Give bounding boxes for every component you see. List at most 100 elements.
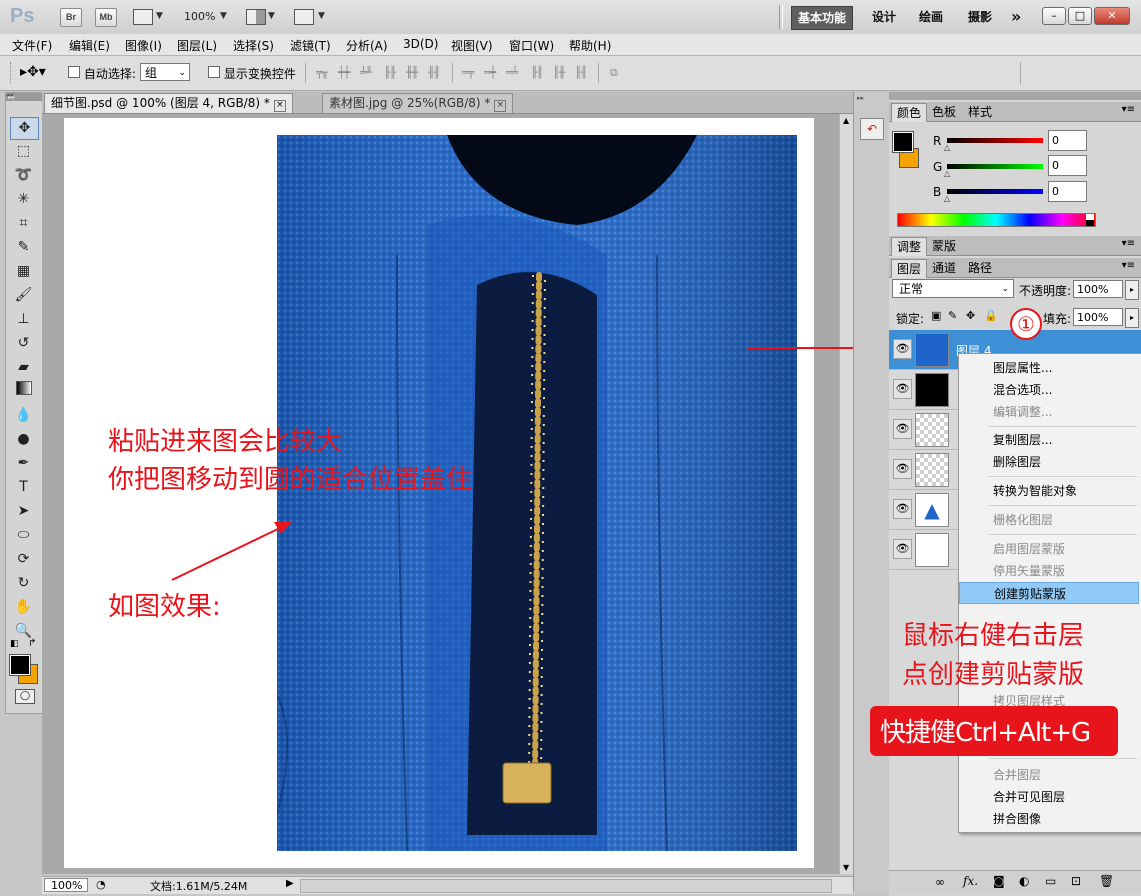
workspace-essentials[interactable]: 基本功能 — [791, 6, 854, 30]
distribute-bottom-icon[interactable]: ═╧ — [506, 66, 522, 80]
chevron-down-icon[interactable]: ▼ — [268, 11, 275, 21]
tab-swatches[interactable]: 色板 — [927, 103, 961, 121]
distribute-hcenter-icon[interactable]: ║╫ — [553, 66, 569, 80]
menu-item-delete-layer[interactable]: 删除图层 — [959, 451, 1139, 473]
lasso-tool-icon[interactable]: ➰ — [10, 165, 37, 186]
align-left-icon[interactable]: ╟╟ — [384, 66, 400, 80]
tab-adjustments[interactable]: 调整 — [891, 237, 928, 256]
tab-channels[interactable]: 通道 — [927, 259, 961, 277]
fx-icon[interactable]: fx. — [963, 874, 978, 888]
default-colors-icon[interactable]: ◧ — [10, 639, 19, 649]
menu-edit[interactable]: 编辑(E) — [69, 37, 110, 54]
document-tab-active[interactable]: 细节图.psd @ 100% (图层 4, RGB/8) * × — [44, 93, 293, 113]
distribute-top-icon[interactable]: ═╤ — [462, 66, 478, 80]
history-panel-icon[interactable]: ↶ — [860, 118, 884, 140]
quick-mask-icon[interactable]: ◯ — [15, 689, 35, 704]
lock-all-icon[interactable]: 🔒 — [984, 309, 998, 322]
adjustment-layer-icon[interactable]: ◐ — [1019, 874, 1029, 888]
menu-item-merge-visible[interactable]: 合并可见图层 — [959, 786, 1139, 808]
align-vcenter-icon[interactable]: ┿┿ — [338, 66, 354, 80]
panel-collapse-icon[interactable]: ▸▸ — [857, 94, 885, 102]
distribute-vcenter-icon[interactable]: ═┿ — [484, 66, 500, 80]
color-foreground-swatch[interactable] — [892, 131, 914, 153]
tab-paths[interactable]: 路径 — [963, 259, 997, 277]
menu-item-layer-properties[interactable]: 图层属性... — [959, 357, 1139, 379]
fill-input[interactable]: 100% — [1073, 308, 1123, 326]
trash-icon[interactable]: 🗑 — [1099, 874, 1114, 888]
auto-select-checkbox[interactable] — [68, 66, 80, 78]
close-tab-icon[interactable]: × — [494, 100, 507, 112]
menu-view[interactable]: 视图(V) — [451, 37, 493, 54]
menu-item-edit-adjustment[interactable]: 编辑调整... — [959, 401, 1139, 423]
menu-window[interactable]: 窗口(W) — [509, 37, 554, 54]
move-tool-icon[interactable]: ✥ — [10, 117, 39, 140]
opacity-input[interactable]: 100% — [1073, 280, 1123, 298]
status-menu-arrow-icon[interactable]: ▶ — [286, 878, 294, 889]
distribute-left-icon[interactable]: ╟║ — [531, 66, 547, 80]
document-tab-2[interactable]: 素材图.jpg @ 25%(RGB/8) * × — [322, 93, 514, 113]
menu-item-duplicate-layer[interactable]: 复制图层... — [959, 429, 1139, 451]
close-window-icon[interactable]: ✕ — [1094, 7, 1130, 25]
menu-select[interactable]: 选择(S) — [233, 37, 274, 54]
opacity-slider-arrow-icon[interactable]: ▸ — [1125, 280, 1139, 300]
menu-file[interactable]: 文件(F) — [12, 37, 52, 54]
show-transform-checkbox[interactable] — [208, 66, 220, 78]
channel-r-slider[interactable] — [947, 138, 1043, 143]
panel-menu-icon[interactable]: ▾≡ — [1122, 238, 1135, 249]
status-info-icon[interactable]: ◔ — [96, 878, 106, 891]
more-workspaces-icon[interactable]: » — [1005, 6, 1027, 28]
view-extras-icon[interactable] — [133, 9, 153, 25]
visibility-eye-icon[interactable]: 👁 — [893, 419, 912, 439]
vertical-scrollbar[interactable]: ▲ ▼ — [839, 114, 854, 874]
blend-mode-dropdown[interactable]: 正常 ⌄ — [892, 279, 1014, 298]
tab-layers[interactable]: 图层 — [891, 259, 928, 278]
panel-menu-icon[interactable]: ▾≡ — [1122, 104, 1135, 115]
gradient-tool-icon[interactable] — [10, 381, 37, 402]
distribute-right-icon[interactable]: ║╢ — [575, 66, 591, 80]
foreground-color-swatch[interactable] — [9, 654, 31, 676]
tab-styles[interactable]: 样式 — [963, 103, 997, 121]
menu-item-merge-layers[interactable]: 合并图层 — [959, 764, 1139, 786]
close-tab-icon[interactable]: × — [273, 100, 286, 112]
marquee-tool-icon[interactable]: ⬚ — [10, 141, 37, 162]
workspace-design[interactable]: 设计 — [866, 6, 902, 28]
channel-g-input[interactable]: 0 — [1048, 155, 1087, 176]
scroll-down-icon[interactable]: ▼ — [843, 863, 849, 872]
auto-select-dropdown[interactable]: 组 ⌄ — [140, 63, 190, 81]
align-right-icon[interactable]: ╢╢ — [428, 66, 444, 80]
chevron-down-icon[interactable]: ▼ — [318, 11, 325, 21]
menu-image[interactable]: 图像(I) — [125, 37, 162, 54]
menu-item-rasterize-layer[interactable]: 栅格化图层 — [959, 509, 1139, 531]
channel-r-input[interactable]: 0 — [1048, 130, 1087, 151]
channel-b-input[interactable]: 0 — [1048, 181, 1087, 202]
slider-thumb-icon[interactable]: △ — [944, 143, 950, 152]
arrange-documents-icon[interactable] — [246, 9, 266, 25]
menu-layer[interactable]: 图层(L) — [177, 37, 217, 54]
mini-bridge-button[interactable]: Mb — [95, 8, 117, 27]
menu-filter[interactable]: 滤镜(T) — [290, 37, 331, 54]
add-mask-icon[interactable]: ◙ — [993, 874, 1005, 888]
tab-color[interactable]: 颜色 — [891, 103, 928, 122]
spot-healing-tool-icon[interactable]: ▦ — [10, 261, 37, 282]
chevron-down-icon[interactable]: ▼ — [156, 11, 163, 21]
clone-stamp-tool-icon[interactable]: ⊥ — [10, 309, 37, 330]
move-tool-preset-icon[interactable]: ▸✥▾ — [20, 64, 46, 80]
menu-item-enable-layer-mask[interactable]: 启用图层蒙版 — [959, 538, 1139, 560]
menu-item-blending-options[interactable]: 混合选项... — [959, 379, 1139, 401]
horizontal-scrollbar[interactable] — [300, 879, 832, 893]
tab-masks[interactable]: 蒙版 — [927, 237, 961, 255]
workspace-painting[interactable]: 绘画 — [913, 6, 949, 28]
ellipse-tool-icon[interactable]: ⬭ — [10, 525, 37, 546]
channel-b-slider[interactable] — [947, 189, 1043, 194]
visibility-eye-icon[interactable]: 👁 — [893, 379, 912, 399]
new-layer-icon[interactable]: ⊡ — [1071, 874, 1081, 888]
panel-menu-icon[interactable]: ▾≡ — [1122, 260, 1135, 271]
slider-thumb-icon[interactable]: △ — [944, 169, 950, 178]
visibility-eye-icon[interactable]: 👁 — [893, 459, 912, 479]
channel-g-slider[interactable] — [947, 164, 1043, 169]
bridge-button[interactable]: Br — [60, 8, 82, 27]
align-top-icon[interactable]: ╤╥ — [316, 66, 332, 80]
menu-item-flatten-image[interactable]: 拼合图像 — [959, 808, 1139, 830]
align-bottom-icon[interactable]: ╧╨ — [360, 66, 376, 80]
type-tool-icon[interactable]: T — [10, 477, 37, 498]
